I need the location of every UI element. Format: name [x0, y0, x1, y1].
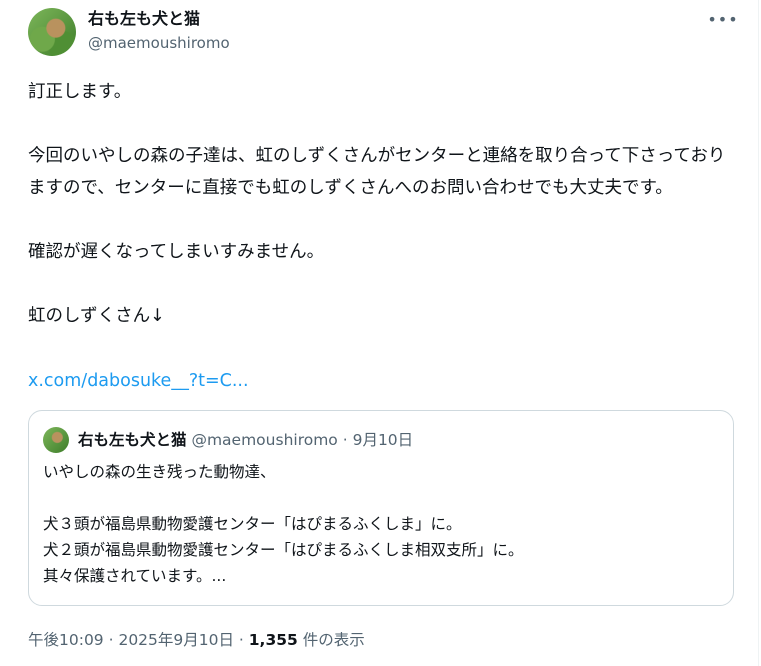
- quote-author-handle: @maemoushiromo: [191, 431, 338, 449]
- quoted-post[interactable]: 右も左も犬と猫 @maemoushiromo · 9月10日 いやしの森の生き残…: [28, 410, 734, 606]
- quote-header: 右も左も犬と猫 @maemoushiromo · 9月10日: [78, 429, 413, 451]
- quote-text: いやしの森の生き残った動物達、 犬３頭が福島県動物愛護センター「はぴまるふくしま…: [43, 463, 524, 585]
- quote-author-name: 右も左も犬と猫: [78, 431, 187, 449]
- views-count: 1,355: [248, 631, 298, 649]
- meta-separator: ·: [103, 631, 119, 649]
- meta-separator-2: ·: [233, 631, 249, 649]
- post-text: 訂正します。 今回のいやしの森の子達は、虹のしずくさんがセンターと連絡を取り合っ…: [28, 82, 726, 326]
- post-time[interactable]: 午後10:09: [28, 631, 104, 649]
- more-horizontal-icon: •••: [707, 9, 739, 29]
- post-card: 右も左も犬と猫 @maemoushiromo ••• 訂正します。 今回のいやし…: [0, 0, 759, 666]
- post-link[interactable]: x.com/dabosuke__?t=C...: [28, 366, 249, 396]
- author-display-name[interactable]: 右も左も犬と猫: [88, 8, 200, 30]
- post-date[interactable]: 2025年9月10日: [118, 631, 234, 649]
- avatar[interactable]: [28, 8, 76, 56]
- more-button[interactable]: •••: [707, 8, 737, 30]
- author-handle[interactable]: @maemoushiromo: [88, 33, 230, 53]
- quote-separator: ·: [337, 431, 353, 449]
- post-meta: 午後10:09 · 2025年9月10日 · 1,355 件の表示: [28, 628, 365, 652]
- quote-date: 9月10日: [352, 431, 414, 449]
- quote-avatar: [43, 427, 69, 453]
- views-label: 件の表示: [297, 631, 365, 649]
